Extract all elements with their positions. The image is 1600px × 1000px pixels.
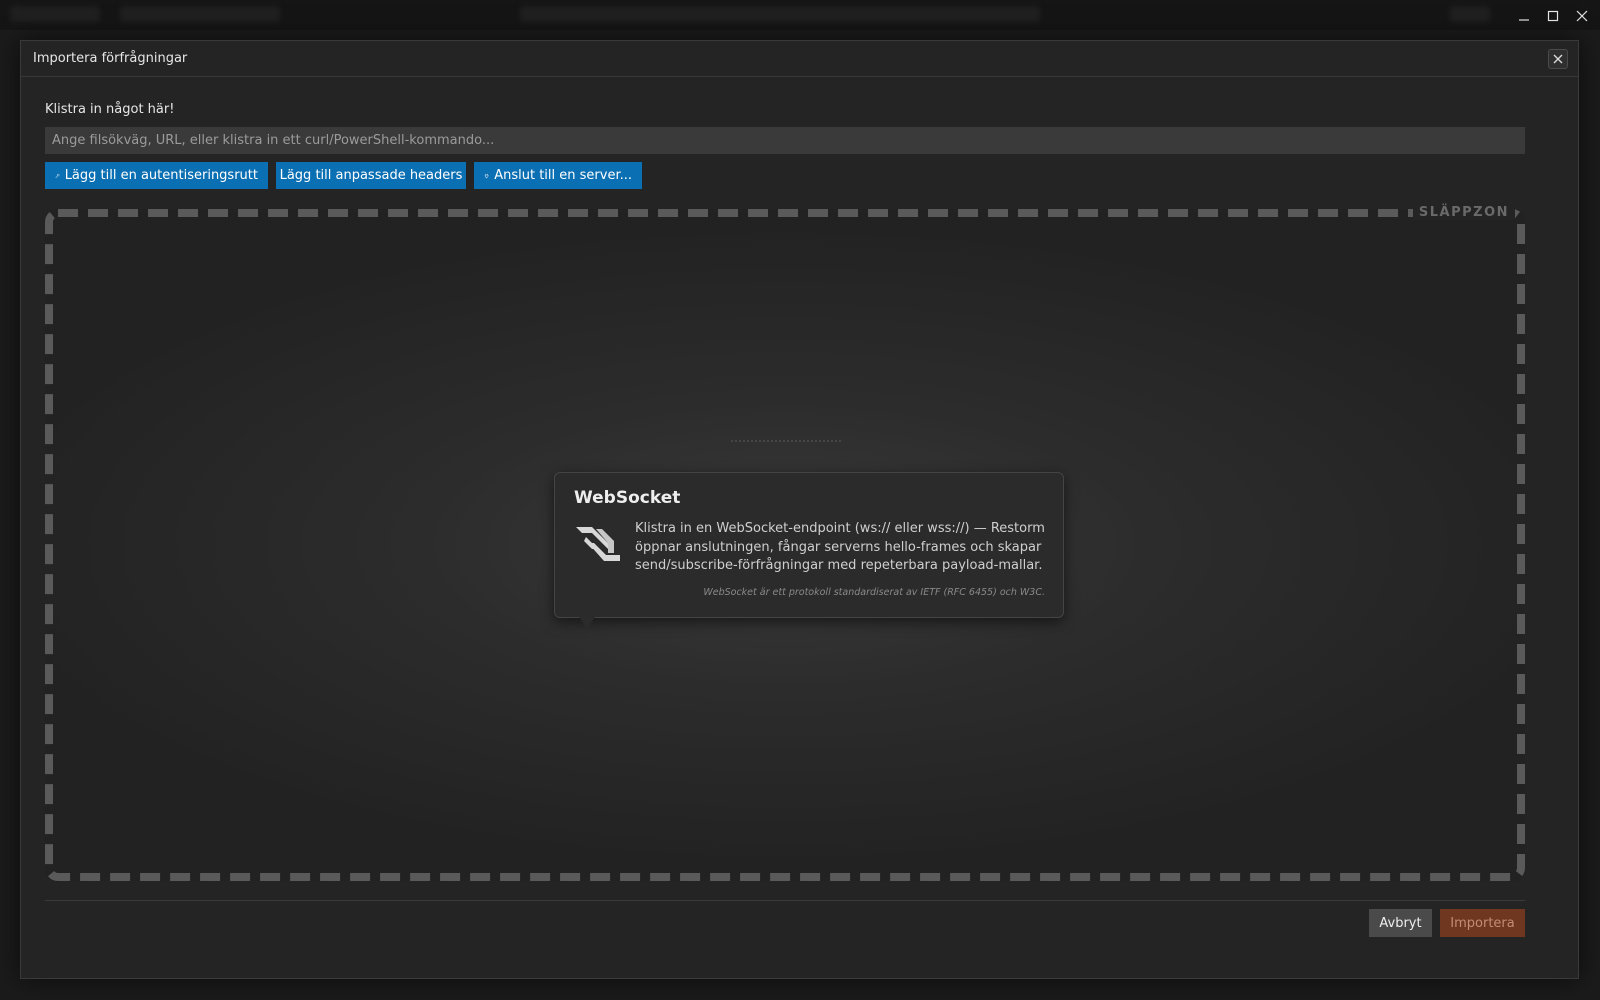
dialog-title: Importera förfrågningar (33, 51, 188, 66)
tooltip-note: WebSocket är ett protokoll standardisera… (703, 587, 1045, 598)
dialog-close-button[interactable] (1548, 49, 1568, 69)
minimize-icon (1519, 19, 1529, 21)
window-maximize-button[interactable] (1541, 5, 1565, 27)
close-icon (1553, 54, 1563, 64)
key-icon (55, 173, 60, 178)
background-blur (1450, 6, 1490, 22)
background-blur (520, 6, 1040, 22)
drop-zone[interactable]: SLÄPPZON WebSocket Klistra in en WebSock… (45, 205, 1525, 881)
paste-input[interactable] (45, 127, 1525, 154)
drop-zone-label: SLÄPPZON (1412, 205, 1515, 220)
dialog-header: Importera förfrågningar (21, 41, 1578, 77)
plug-icon (484, 173, 489, 178)
window-close-button[interactable] (1570, 5, 1594, 27)
drop-zone-decoration (731, 440, 841, 448)
websocket-tooltip: WebSocket Klistra in en WebSocket-endpoi… (554, 472, 1064, 629)
connect-server-label: Anslut till en server... (494, 168, 632, 183)
footer-divider (45, 900, 1525, 901)
tooltip-title: WebSocket (574, 488, 681, 508)
add-auth-route-label: Lägg till en autentiseringsrutt (64, 168, 258, 183)
add-custom-headers-label: Lägg till anpassade headers (279, 168, 463, 183)
close-icon (1576, 10, 1588, 22)
background-blur (10, 6, 100, 22)
import-requests-dialog: Importera förfrågningar Klistra in något… (20, 40, 1579, 979)
import-button[interactable]: Importera (1440, 909, 1525, 937)
connect-server-button[interactable]: Anslut till en server... (474, 162, 642, 189)
background-blur (120, 6, 280, 22)
cancel-button[interactable]: Avbryt (1369, 909, 1432, 937)
tooltip-body: Klistra in en WebSocket-endpoint (ws:// … (635, 521, 1045, 573)
tooltip-tail (579, 617, 595, 629)
paste-label: Klistra in något här! (45, 102, 175, 117)
window-minimize-button[interactable] (1512, 5, 1536, 27)
add-custom-headers-button[interactable]: Lägg till anpassade headers (276, 162, 466, 189)
add-auth-route-button[interactable]: Lägg till en autentiseringsrutt (45, 162, 268, 189)
websocket-icon (576, 527, 620, 561)
maximize-icon (1547, 10, 1559, 22)
